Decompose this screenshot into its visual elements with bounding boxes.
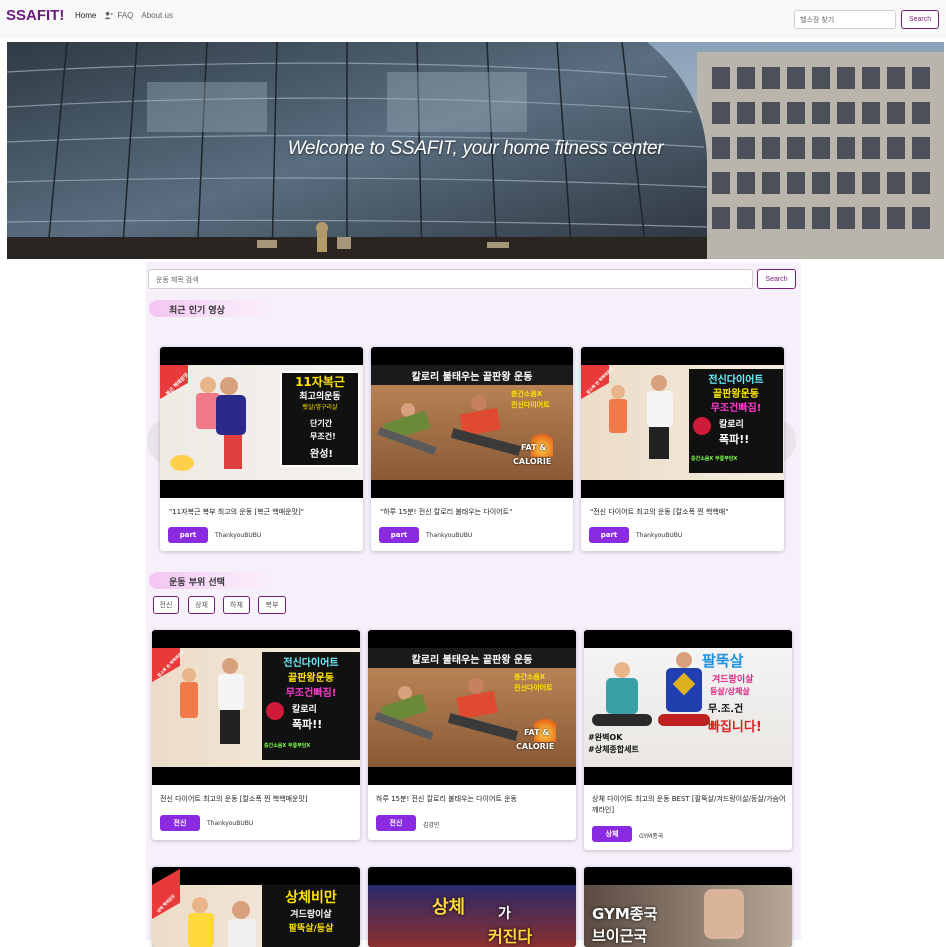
thumb-line: 11자복근: [295, 375, 345, 389]
video-caption[interactable]: "전신 다이어트 최고의 운동 [칼소폭 찐 핵핵매": [590, 507, 776, 518]
nav-about-link[interactable]: About us: [141, 11, 173, 20]
video-caption[interactable]: 전신 다이어트 최고의 운동 [칼소폭 찐 핵핵매운맛]: [160, 794, 354, 805]
video-caption[interactable]: "11자복근 복부 최고의 운동 [복근 핵매운맛]": [169, 507, 355, 518]
channel-name: ThankyouBUBU: [207, 820, 254, 827]
video-caption[interactable]: 상체 다이어트 최고의 운동 BEST [팔뚝살/겨드랑이살/등살/가슴어깨라인…: [592, 794, 786, 816]
gym-search-button[interactable]: Search: [901, 10, 939, 29]
thumb-line: 층간소음X 무릎부담X: [264, 743, 311, 749]
part-badge[interactable]: 전신: [376, 815, 416, 831]
part-badge[interactable]: 상체: [592, 826, 632, 842]
thumb-line: 완성!: [310, 449, 333, 460]
part-badge[interactable]: part: [168, 527, 208, 543]
thumb-line: 무조건빠짐!: [710, 403, 762, 414]
filter-full-body-button[interactable]: 전신: [153, 596, 179, 614]
thumb-line: 등살/상체살: [710, 687, 750, 696]
thumb-line: 최고의운동: [299, 392, 341, 402]
thumb-line: 폭파!!: [292, 718, 323, 731]
channel-name: ThankyouBUBU: [426, 532, 473, 539]
video-thumbnail[interactable]: 칼소폭 찐 핵핵매운맛 전신다이어트 끝판왕운동 무조건빠짐! 칼로리 폭파!!…: [152, 630, 360, 785]
thumb-line: FAT &: [521, 443, 547, 452]
add-user-icon[interactable]: [104, 11, 114, 20]
thumb-line: 폭파!!: [719, 433, 750, 446]
thumb-line: 빠집니다!: [708, 720, 762, 735]
thumb-line: 칼로리: [719, 420, 744, 430]
filter-lower-body-button[interactable]: 하체: [223, 596, 250, 614]
thumb-line: 층간소음X: [514, 673, 546, 681]
nav-home-link[interactable]: Home: [75, 11, 96, 20]
thumb-line: 뱃살/옆구리살: [302, 404, 338, 411]
part-badge[interactable]: part: [379, 527, 419, 543]
gym-search-input[interactable]: 헬스장 찾기: [794, 10, 896, 29]
thumb-line: CALORIE: [516, 742, 555, 751]
thumb-line: GYM종국: [592, 905, 658, 923]
thumb-line: 단기간: [310, 419, 333, 428]
thumb-line: 팔뚝살/등살: [288, 924, 334, 934]
channel-name: 김강민: [423, 822, 440, 829]
thumb-line: #상체종합세트: [588, 745, 639, 754]
thumb-line: 끝판왕운동: [713, 389, 759, 400]
thumb-line: 겨드랑이살: [290, 910, 332, 920]
top-navbar: SSAFIT! Home FAQ About us 헬스장 찾기 Search: [0, 0, 946, 38]
thumb-line: 상체: [432, 897, 466, 918]
body-part-card[interactable]: 칼로리 불태우는 끝판왕 운동 층간소음X 전신다이어트 FAT & CALOR…: [368, 630, 576, 840]
video-thumbnail[interactable]: 상체 가 커진다: [368, 867, 576, 947]
video-thumbnail[interactable]: 칼로리 불태우는 끝판왕 운동 층간소음X 전신다이어트 FAT & CALOR…: [371, 347, 573, 498]
video-thumbnail[interactable]: 칼로리 불태우는 끝판왕 운동 층간소음X 전신다이어트 FAT & CALOR…: [368, 630, 576, 785]
thumb-line: 무조건!: [310, 432, 336, 441]
thumb-line: 칼로리 불태우는 끝판왕 운동: [411, 655, 533, 666]
thumb-line: 칼로리: [292, 705, 317, 715]
video-thumbnail[interactable]: 상체 핵매운맛 상체비만 겨드랑이살 팔뚝살/등살: [152, 867, 360, 947]
body-part-card[interactable]: 팔뚝살 겨드랑이살 등살/상체살 무.조.건 빠집니다! #완벽OK #상체종합…: [584, 630, 792, 850]
thumb-line: 무조건빠짐!: [285, 688, 337, 699]
popular-card[interactable]: 칼로리 불태우는 끝판왕 운동 층간소음X 전신다이어트 FAT & CALOR…: [371, 347, 573, 551]
thumb-line: 무.조.건: [708, 704, 744, 715]
thumb-line: 가: [498, 906, 511, 922]
part-badge[interactable]: part: [589, 527, 629, 543]
video-thumbnail[interactable]: GYM종국 브이근국: [584, 867, 792, 947]
thumb-line: 팔뚝살: [702, 652, 744, 670]
filter-abs-button[interactable]: 복부: [258, 596, 286, 614]
thumb-line: 칼로리 불태우는 끝판왕 운동: [411, 372, 533, 383]
thumb-line: 층간소음X: [511, 390, 543, 398]
thumb-line: 전신다이어트: [511, 401, 550, 409]
popular-card[interactable]: 복근 핵매운맛 11자복근 최고의운동 뱃살/옆구리살 단기간 무조건! 완성!…: [160, 347, 363, 551]
channel-name: ThankyouBUBU: [636, 532, 683, 539]
popular-card[interactable]: 칼소폭 찐 핵핵매운맛 전신다이어트 끝판왕운동 무조건빠짐! 칼로리 폭파!!…: [581, 347, 784, 551]
body-part-card[interactable]: 칼소폭 찐 핵핵매운맛 전신다이어트 끝판왕운동 무조건빠짐! 칼로리 폭파!!…: [152, 630, 360, 840]
thumb-line: 전신다이어트: [283, 658, 339, 669]
thumb-line: 커진다: [488, 927, 533, 946]
video-caption[interactable]: 하루 15분! 전신 칼로리 불태우는 다이어트 운동: [376, 794, 570, 805]
thumb-line: 전신다이어트: [708, 375, 764, 386]
video-caption[interactable]: "하루 15분! 전신 칼로리 불태우는 다이어트": [380, 507, 566, 518]
thumb-line: 상체비만: [285, 890, 337, 906]
video-thumbnail[interactable]: 복근 핵매운맛 11자복근 최고의운동 뱃살/옆구리살 단기간 무조건! 완성!: [160, 347, 363, 498]
thumb-line: FAT &: [524, 728, 550, 737]
part-badge[interactable]: 전신: [160, 815, 200, 831]
nav-links: Home FAQ About us: [75, 11, 181, 20]
thumb-line: CALORIE: [513, 457, 552, 466]
video-thumbnail[interactable]: 팔뚝살 겨드랑이살 등살/상체살 무.조.건 빠집니다! #완벽OK #상체종합…: [584, 630, 792, 785]
body-part-section-title: 운동 부위 선택: [149, 572, 271, 589]
channel-name: ThankyouBUBU: [215, 532, 262, 539]
body-part-card[interactable]: GYM종국 브이근국: [584, 867, 792, 947]
thumb-line: 끝판왕운동: [288, 673, 334, 684]
thumb-line: 브이근국: [592, 927, 648, 945]
thumb-line: 전신다이어트: [514, 684, 553, 692]
body-part-card[interactable]: 상체 핵매운맛 상체비만 겨드랑이살 팔뚝살/등살: [152, 867, 360, 947]
nav-faq-link[interactable]: FAQ: [117, 11, 133, 20]
hero-banner: Welcome to SSAFIT, your home fitness cen…: [7, 42, 944, 259]
video-search-input[interactable]: 운동 제목 검색: [148, 269, 753, 289]
video-thumbnail[interactable]: 칼소폭 찐 핵핵매운맛 전신다이어트 끝판왕운동 무조건빠짐! 칼로리 폭파!!…: [581, 347, 784, 498]
video-search-button[interactable]: Search: [757, 269, 796, 289]
thumb-line: 층간소음X 무릎부담X: [691, 456, 738, 462]
thumb-line: #완벽OK: [588, 733, 623, 742]
thumb-line: 겨드랑이살: [712, 675, 754, 685]
popular-section-title: 최근 인기 영상: [149, 300, 271, 317]
hero-title: Welcome to SSAFIT, your home fitness cen…: [287, 138, 664, 159]
filter-upper-body-button[interactable]: 상체: [188, 596, 215, 614]
body-part-card[interactable]: 상체 가 커진다: [368, 867, 576, 947]
brand-logo[interactable]: SSAFIT!: [6, 7, 64, 24]
channel-name: GYM종국: [639, 833, 664, 840]
